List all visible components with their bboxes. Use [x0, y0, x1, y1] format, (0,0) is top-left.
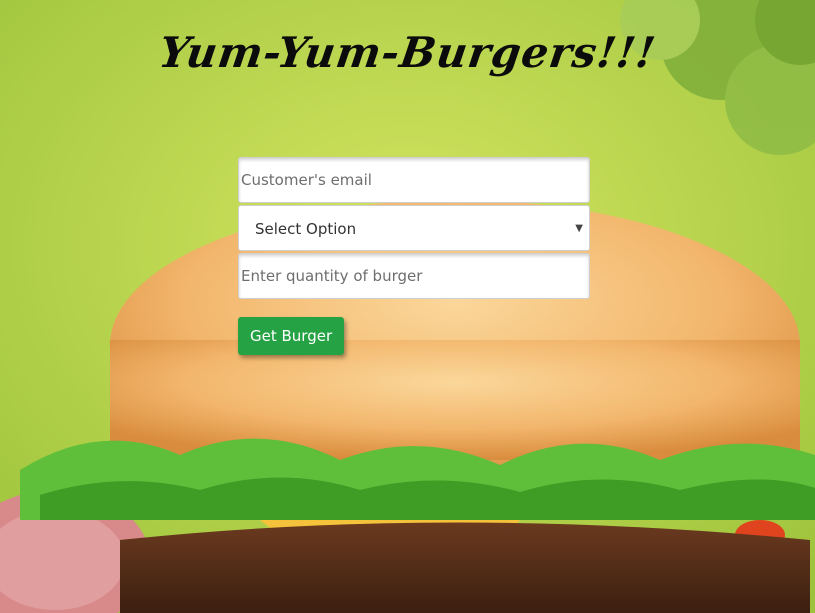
burger-select-dropdown[interactable]: Select Option ▼: [238, 205, 590, 251]
chevron-down-icon: ▼: [575, 223, 583, 234]
page-title: Yum-Yum-Burgers!!!: [155, 28, 660, 77]
burger-select-value[interactable]: Select Option: [238, 205, 590, 251]
customer-email-input[interactable]: [238, 157, 590, 203]
burger-order-form: Select Option ▼ Get Burger: [238, 157, 590, 355]
burger-quantity-input[interactable]: [238, 253, 590, 299]
get-burger-button[interactable]: Get Burger: [238, 317, 345, 355]
